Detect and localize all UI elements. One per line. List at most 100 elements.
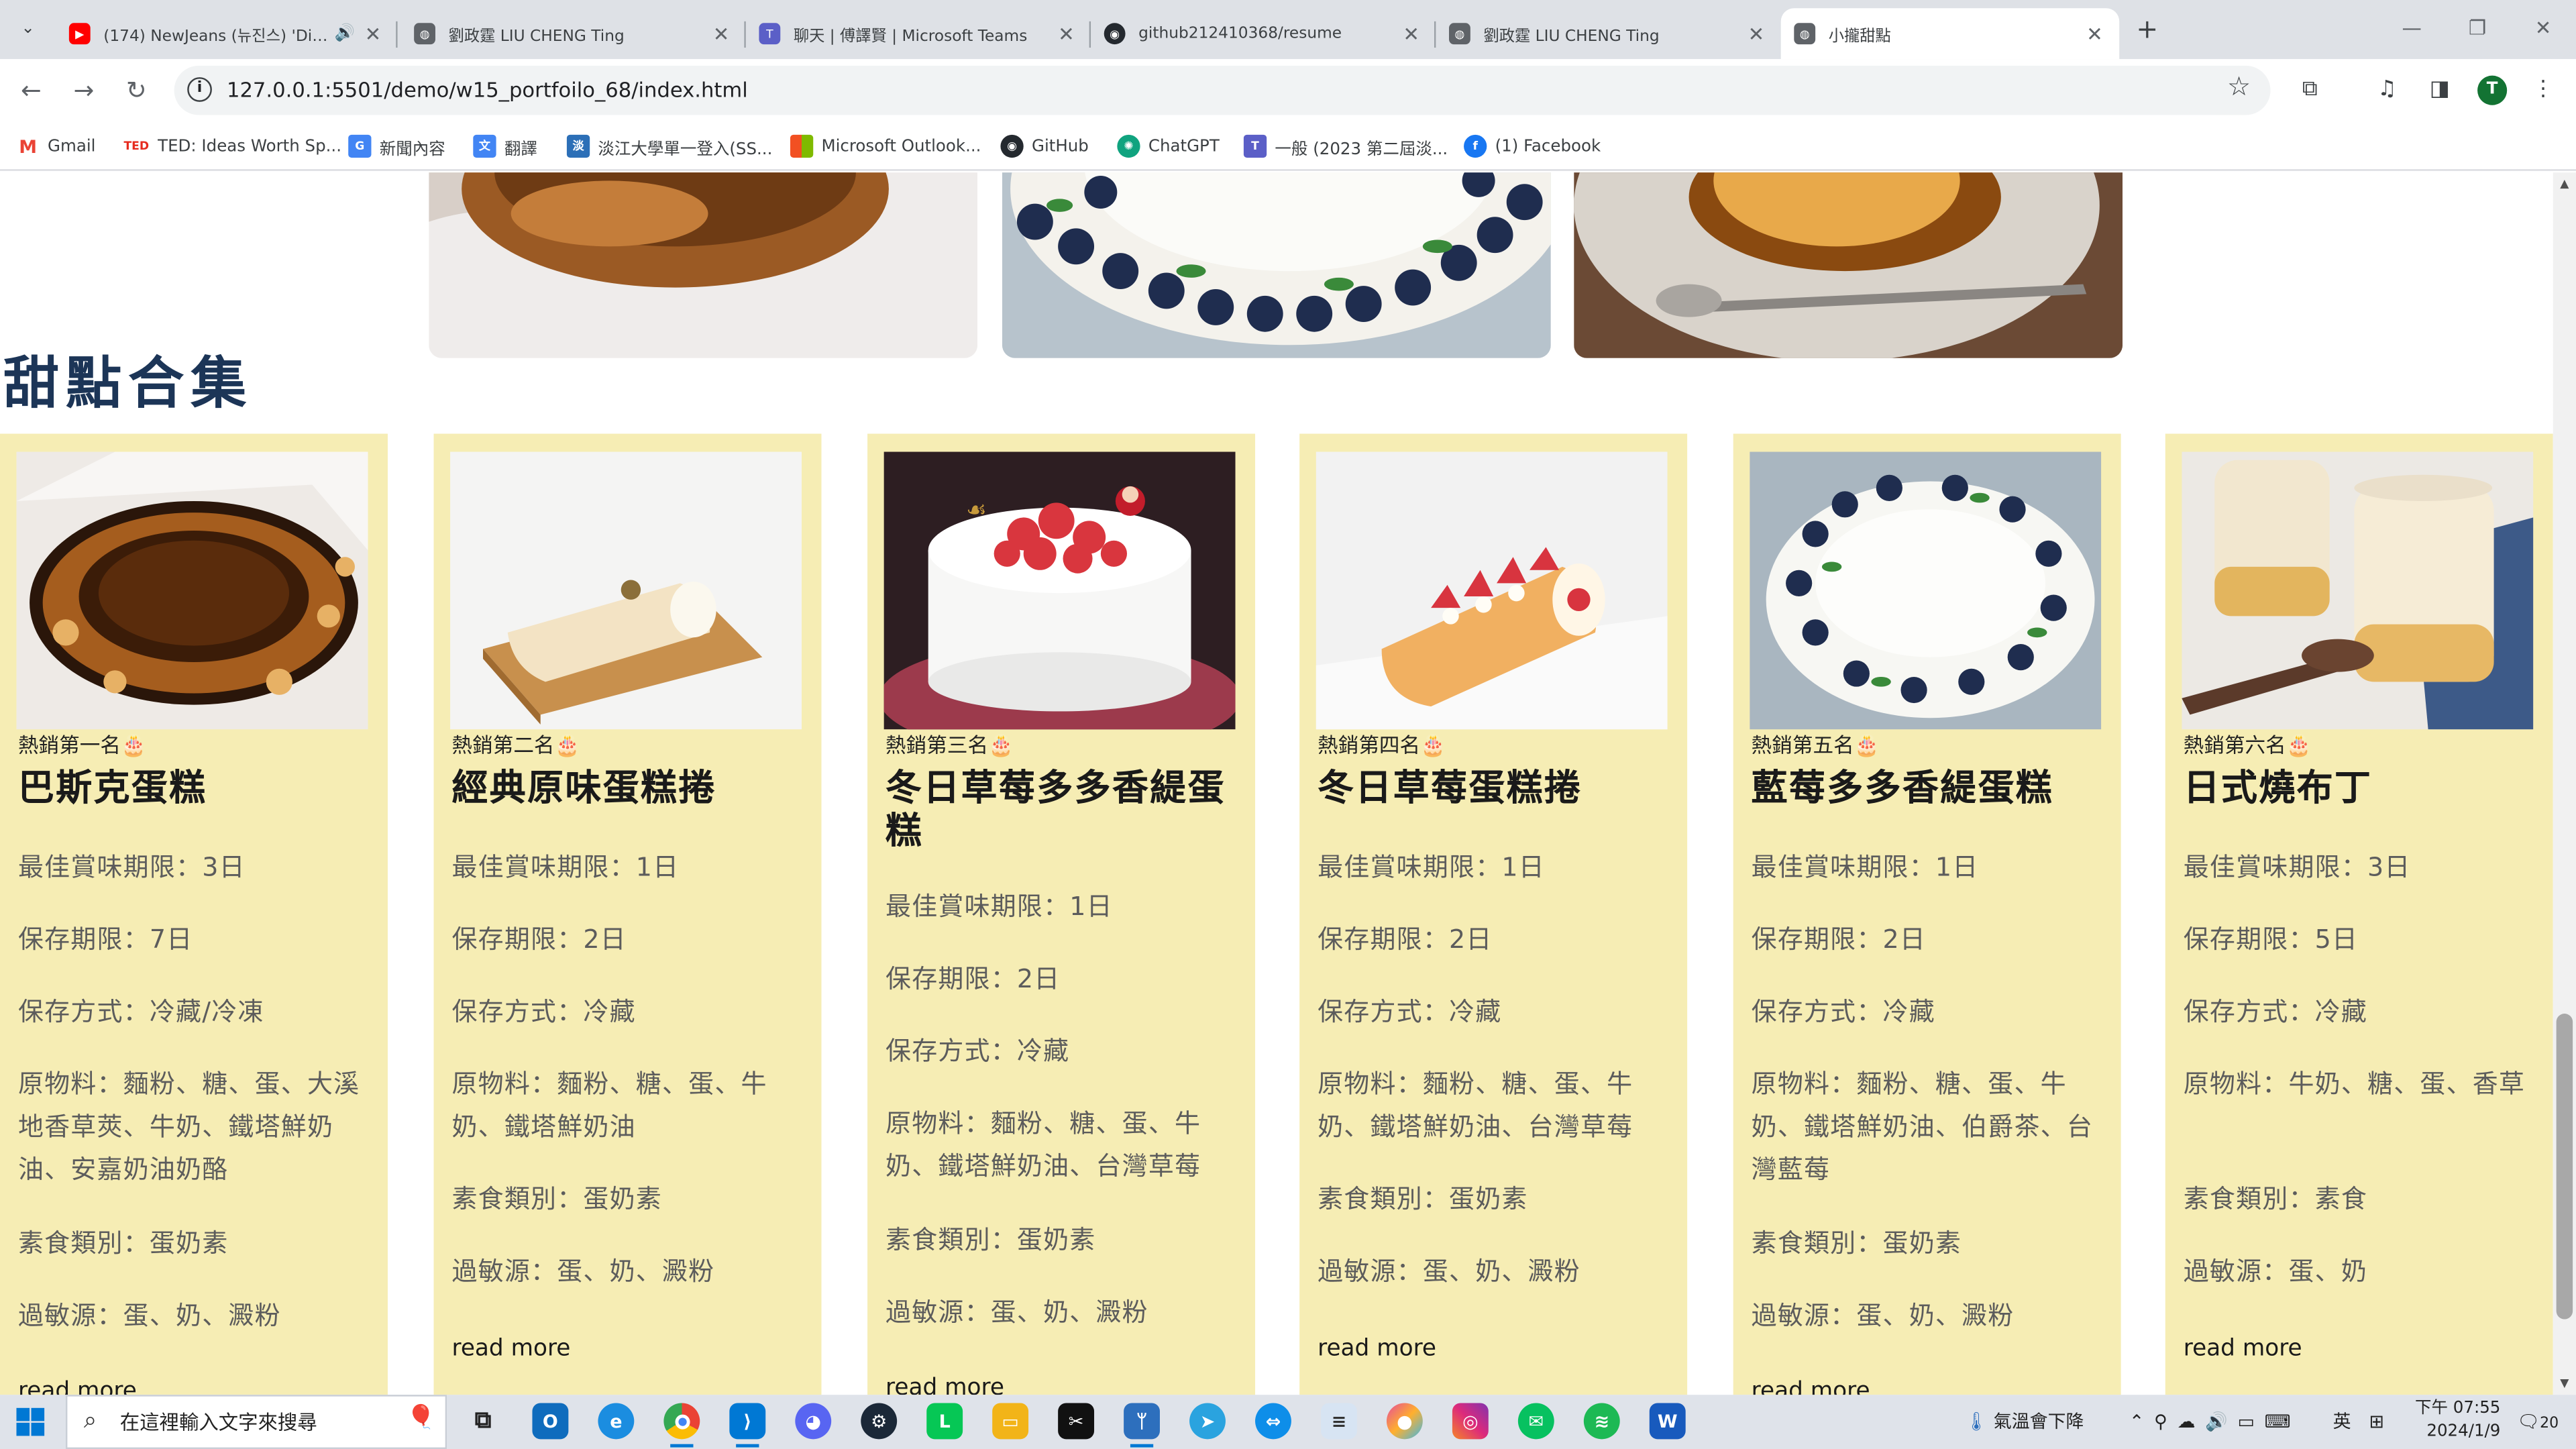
- bookmark-outlook[interactable]: Microsoft Outlook...: [790, 133, 981, 159]
- close-icon[interactable]: ✕: [2083, 22, 2106, 45]
- tab-strip: ⌄ ▶ (174) NewJeans (뉴진스) 'Ditto' 🔊 ✕ ◍ 劉…: [0, 0, 2576, 60]
- storage-method: 保存方式：冷藏: [885, 1036, 1070, 1067]
- close-icon[interactable]: ✕: [1745, 22, 1768, 45]
- cake-icon: 🎂: [2286, 733, 2312, 757]
- tab-teams[interactable]: T 聊天 | 傅譯賢 | Microsoft Teams ✕: [746, 8, 1091, 59]
- line-icon[interactable]: L: [926, 1403, 963, 1440]
- dessert-name: 巴斯克蛋糕: [17, 769, 207, 810]
- telegram-icon[interactable]: ➤: [1189, 1403, 1226, 1440]
- chrome-icon[interactable]: [663, 1403, 700, 1448]
- shelf-life: 保存期限：2日: [1318, 924, 1493, 955]
- wechat-icon[interactable]: ✉: [1517, 1403, 1554, 1440]
- bookmark-teams[interactable]: T 一般 (2023 第二屆淡...: [1243, 133, 1448, 159]
- outlook-icon[interactable]: O: [532, 1403, 569, 1440]
- dessert-name: 經典原味蛋糕捲: [451, 769, 716, 810]
- bookmark-label: GitHub: [1031, 137, 1089, 156]
- taskbar-clock[interactable]: 下午 07:55 2024/1/9: [2402, 1398, 2500, 1444]
- hero-image-pudding: [1574, 172, 2123, 358]
- tab-active-dessert[interactable]: ◍ 小攏甜點 ✕: [1780, 8, 2120, 60]
- forward-button[interactable]: →: [66, 72, 102, 109]
- new-tab-button[interactable]: +: [2129, 13, 2165, 46]
- close-icon[interactable]: ✕: [710, 22, 733, 45]
- bookmark-news[interactable]: G 新聞內容: [348, 133, 445, 159]
- read-more-link[interactable]: read more: [885, 1373, 1004, 1395]
- menu-kebab-icon[interactable]: ⋮: [2527, 74, 2560, 107]
- notification-center[interactable]: 🗨20: [2517, 1395, 2559, 1449]
- address-bar[interactable]: i 127.0.0.1:5501/demo/w15_portfoilo_68/i…: [174, 65, 2271, 115]
- scrollbar-thumb[interactable]: [2556, 1014, 2573, 1320]
- minimize-button[interactable]: —: [2379, 0, 2445, 59]
- weather-text: 氣溫會下降: [1993, 1411, 2084, 1433]
- storage-method: 保存方式：冷藏: [2183, 997, 2368, 1027]
- bookmark-star-icon[interactable]: ☆: [2227, 70, 2251, 102]
- teamviewer-icon[interactable]: ⇔: [1255, 1403, 1291, 1440]
- profile-avatar[interactable]: T: [2477, 75, 2508, 105]
- bookmark-github[interactable]: ◉ GitHub: [1000, 133, 1089, 159]
- windows-start-button[interactable]: [16, 1407, 45, 1436]
- capcut-icon[interactable]: ✂: [1058, 1403, 1095, 1440]
- edge-icon[interactable]: e: [598, 1403, 635, 1440]
- sourcetree-icon[interactable]: ᛘ: [1124, 1403, 1160, 1448]
- back-button[interactable]: ←: [13, 72, 50, 109]
- word-icon[interactable]: W: [1649, 1403, 1686, 1440]
- globe-icon: ◍: [414, 23, 435, 45]
- discord-icon[interactable]: ◕: [795, 1403, 832, 1440]
- dessert-photo-pudding: [2182, 451, 2534, 730]
- bookmark-gmail[interactable]: M Gmail: [16, 133, 96, 159]
- bookmark-label: (1) Facebook: [1495, 137, 1601, 156]
- tab-resume-2[interactable]: ◍ 劉政霆 LIU CHENG Ting ✕: [1436, 8, 1780, 59]
- ime-mode-icon[interactable]: ⊞: [2369, 1395, 2384, 1449]
- ingredients: 原物料：麵粉、糖、蛋、牛奶、鐵塔鮮奶油、台灣草莓: [1318, 1069, 1633, 1142]
- read-more-link[interactable]: read more: [18, 1377, 137, 1395]
- dessert-card: 熱銷第五名🎂 藍莓多多香緹蛋糕 最佳賞味期限：1日 保存期限：2日 保存方式：冷…: [1733, 433, 2121, 1395]
- vscode-icon[interactable]: ⟩: [729, 1403, 766, 1448]
- system-tray-icons[interactable]: ⌃⚲☁🔊▭⌨: [2129, 1395, 2300, 1449]
- translate-icon: 文: [473, 134, 496, 158]
- url-text[interactable]: 127.0.0.1:5501/demo/w15_portfoilo_68/ind…: [227, 66, 748, 115]
- file-explorer-icon[interactable]: ▭: [992, 1403, 1029, 1440]
- read-more-link[interactable]: read more: [1752, 1377, 1870, 1395]
- dessert-name: 冬日草莓蛋糕捲: [1318, 769, 1582, 810]
- bookmark-chatgpt[interactable]: ✺ ChatGPT: [1117, 133, 1220, 159]
- scroll-down-arrow-icon[interactable]: ▼: [2553, 1372, 2576, 1395]
- bookmark-tku-sso[interactable]: 淡 淡江大學單一登入(SS...: [566, 133, 772, 159]
- restore-button[interactable]: ❐: [2445, 0, 2510, 59]
- dessert-card: 熱銷第六名🎂 日式燒布丁 最佳賞味期限：3日 保存期限：5日 保存方式：冷藏 原…: [2165, 433, 2553, 1395]
- task-view-icon[interactable]: ⧉: [465, 1403, 501, 1439]
- page-scrollbar[interactable]: ▲ ▼: [2553, 172, 2576, 1395]
- cake-icon: 🎂: [1420, 733, 1446, 757]
- tab-resume-1[interactable]: ◍ 劉政霆 LIU CHENG Ting ✕: [401, 8, 746, 59]
- scroll-up-arrow-icon[interactable]: ▲: [2553, 172, 2576, 195]
- bookmark-facebook[interactable]: f (1) Facebook: [1464, 133, 1601, 159]
- close-icon[interactable]: ✕: [362, 22, 384, 45]
- side-panel-icon[interactable]: ◨: [2423, 74, 2456, 107]
- extensions-icon[interactable]: ⧉: [2294, 74, 2326, 107]
- bookmark-ted[interactable]: TED TED: Ideas Worth Sp...: [123, 133, 341, 159]
- best-before: 最佳賞味期限：1日: [1318, 853, 1545, 883]
- tab-github[interactable]: ◉ github212410368/resume ✕: [1091, 8, 1436, 59]
- instagram-icon[interactable]: ◎: [1452, 1403, 1489, 1440]
- read-more-link[interactable]: read more: [1318, 1334, 1436, 1364]
- read-more-link[interactable]: read more: [2184, 1334, 2302, 1364]
- clock-time: 下午 07:55: [2415, 1399, 2501, 1418]
- speaker-icon[interactable]: 🔊: [334, 25, 354, 43]
- close-icon[interactable]: ✕: [1055, 22, 1077, 45]
- weather-widget[interactable]: 🌡 氣溫會下降: [1965, 1395, 2084, 1449]
- notepad-icon[interactable]: ≡: [1320, 1403, 1357, 1440]
- bookmark-translate[interactable]: 文 翻譯: [473, 133, 537, 159]
- media-control-icon[interactable]: ♫: [2371, 74, 2404, 107]
- site-info-icon[interactable]: i: [187, 77, 212, 102]
- ime-indicator[interactable]: 英: [2333, 1395, 2351, 1449]
- taskbar-search-box[interactable]: ⌕ 在這裡輸入文字來搜尋 🎈: [65, 1395, 447, 1449]
- paint-icon[interactable]: ●: [1386, 1403, 1423, 1440]
- spotify-icon[interactable]: ≋: [1583, 1403, 1620, 1440]
- close-icon[interactable]: ✕: [1400, 22, 1423, 45]
- tab-youtube[interactable]: ▶ (174) NewJeans (뉴진스) 'Ditto' 🔊 ✕: [56, 8, 398, 59]
- read-more-link[interactable]: read more: [451, 1334, 570, 1364]
- reload-button[interactable]: ↻: [118, 72, 154, 109]
- ted-icon: TED: [123, 134, 150, 158]
- tab-search-icon[interactable]: ⌄: [10, 13, 46, 46]
- steam-icon[interactable]: ⚙: [861, 1403, 898, 1440]
- close-window-button[interactable]: ✕: [2510, 0, 2576, 59]
- dessert-card: 熱銷第二名🎂 經典原味蛋糕捲 最佳賞味期限：1日 保存期限：2日 保存方式：冷藏…: [433, 433, 822, 1395]
